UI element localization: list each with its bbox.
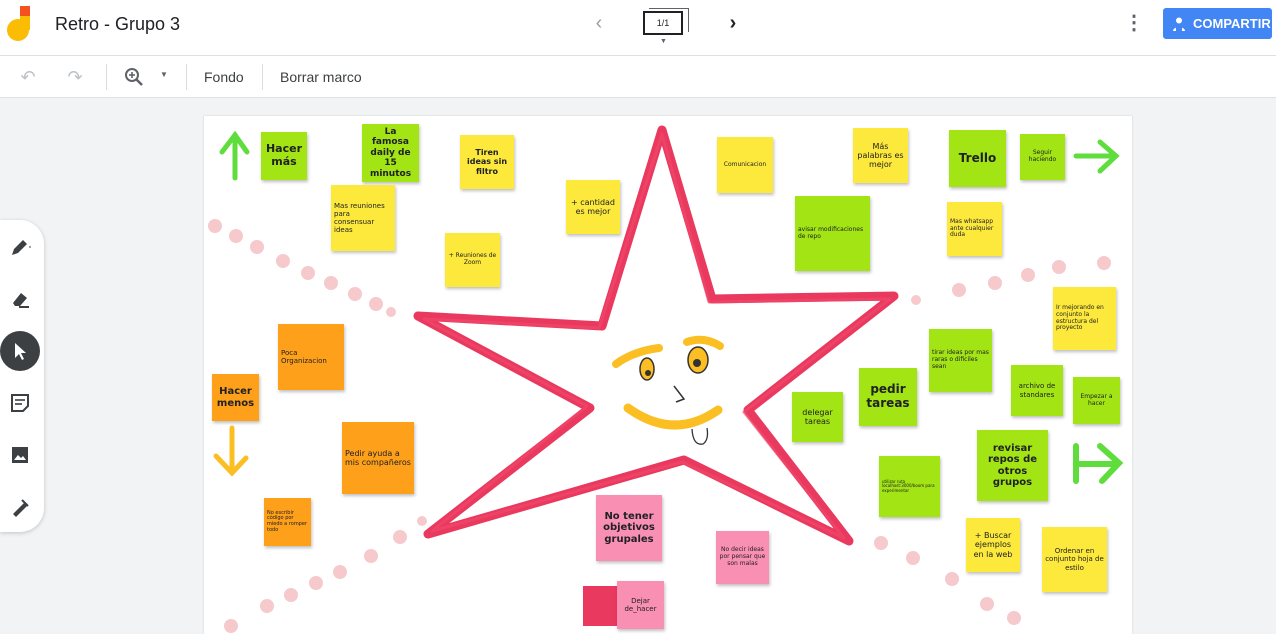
arrow-right-bottom-icon (1073, 443, 1124, 484)
eraser-icon (13, 293, 29, 308)
toolbar-divider (186, 64, 187, 90)
sticky-note[interactable]: Tiren ideas sin filtro (460, 135, 514, 189)
sticky-note[interactable]: Empezar a hacer (1073, 377, 1120, 424)
dot-trail-bottom-left (224, 516, 427, 633)
select-arrow-icon (15, 343, 26, 360)
frame-indicator-label: 1/1 (643, 11, 683, 35)
right-eyebrow (683, 335, 724, 350)
laser-tool-button[interactable] (0, 487, 40, 527)
sticky-note[interactable]: archivo de standares (1011, 365, 1063, 416)
next-frame-button[interactable]: › (722, 12, 744, 34)
arrow-right-top-icon (1073, 139, 1120, 174)
sticky-note[interactable]: + cantidad es mejor (566, 180, 620, 234)
jamboard-logo-icon[interactable] (6, 6, 34, 42)
previous-frame-button[interactable]: ‹ (588, 12, 610, 34)
sticky-note[interactable]: avisar modificaciones de repo (795, 196, 870, 271)
app-header: Retro - Grupo 3 ‹ 1/1 ▼ › ⋮ COMPARTIR (0, 0, 1276, 56)
sticky-note[interactable]: La famosa daily de 15 minutos (362, 124, 419, 182)
toolbar: ↶ ↷ ▼ Fondo Borrar marco (0, 56, 1276, 98)
sticky-note-icon (11, 394, 29, 412)
tool-panel (0, 220, 44, 532)
document-title[interactable]: Retro - Grupo 3 (55, 14, 180, 35)
more-options-icon[interactable]: ⋮ (1124, 12, 1144, 36)
image-icon (12, 447, 28, 463)
sticky-note[interactable]: Mas whatsapp ante cualquier duda (947, 202, 1002, 256)
sticky-note[interactable]: + Reuniones de Zoom (445, 233, 500, 287)
clear-frame-button[interactable]: Borrar marco (280, 69, 362, 85)
pen-icon (12, 240, 31, 255)
sticky-note[interactable]: tirar ideas por mas raras o dificiles se… (929, 329, 992, 392)
laser-icon (13, 499, 29, 517)
left-eye (639, 357, 655, 381)
sticky-note-tool-button[interactable] (0, 383, 40, 423)
nose (673, 385, 686, 403)
sticky-note[interactable]: + Buscar ejemplos en la web (966, 518, 1020, 572)
sticky-note[interactable]: Hacer más (261, 132, 307, 180)
select-tool-button[interactable] (0, 331, 40, 371)
smile (623, 403, 723, 430)
sticky-note[interactable]: pedir tareas (859, 368, 917, 426)
person-lock-icon (1173, 17, 1185, 31)
zoom-icon[interactable] (124, 67, 144, 87)
eraser-tool-button[interactable] (0, 279, 40, 319)
sticky-note[interactable]: Seguir haciendo (1020, 134, 1065, 180)
frame-indicator-button[interactable]: 1/1 (643, 8, 689, 37)
sticky-note[interactable]: No tener objetivos grupales (596, 495, 662, 561)
image-tool-button[interactable] (0, 435, 40, 475)
zoom-dropdown-icon[interactable]: ▼ (160, 70, 168, 79)
toolbar-divider (106, 64, 107, 90)
share-button[interactable]: COMPARTIR (1163, 8, 1272, 39)
frame-dropdown-caret-icon[interactable]: ▼ (660, 38, 667, 45)
pen-tool-button[interactable] (0, 227, 40, 267)
sticky-note[interactable]: Dejar de_hacer (617, 581, 664, 629)
tongue (691, 427, 709, 445)
sticky-note[interactable]: utilizar ruta localhost:3000/boom para e… (879, 456, 940, 517)
sticky-note[interactable]: No escribir código por miedo a romper to… (264, 498, 311, 546)
sticky-note[interactable]: Poca Organizacion (278, 324, 344, 390)
toolbar-divider (262, 64, 263, 90)
undo-icon[interactable]: ↶ (16, 65, 40, 89)
arrow-down-icon (213, 425, 249, 477)
background-button[interactable]: Fondo (204, 69, 244, 85)
star-drawing (413, 125, 899, 546)
share-button-label: COMPARTIR (1193, 16, 1271, 31)
sticky-note[interactable]: Pedir ayuda a mis compañeros (342, 422, 414, 494)
sticky-note[interactable]: delegar tareas (792, 392, 843, 442)
arrow-up-icon (219, 130, 250, 181)
sticky-note[interactable]: Ordenar en conjunto hoja de estilo (1042, 527, 1107, 592)
sticky-note[interactable]: Mas reuniones para consensuar ideas (331, 185, 395, 251)
sticky-note[interactable]: No decir ideas por pensar que son malas (716, 531, 769, 584)
redo-icon[interactable]: ↷ (63, 65, 87, 89)
sticky-note[interactable]: Hacer menos (212, 374, 259, 421)
sticky-note[interactable]: Ir mejorando en conjunto la estructura d… (1053, 287, 1116, 350)
jam-canvas[interactable]: Hacer más La famosa daily de 15 minutos … (204, 116, 1132, 634)
sticky-note[interactable]: revisar repos de otros grupos (977, 430, 1048, 501)
sticky-note[interactable]: Comunicacion (717, 137, 773, 193)
sticky-note[interactable]: Trello (949, 130, 1006, 187)
sticky-note[interactable]: Más palabras es mejor (853, 128, 908, 183)
